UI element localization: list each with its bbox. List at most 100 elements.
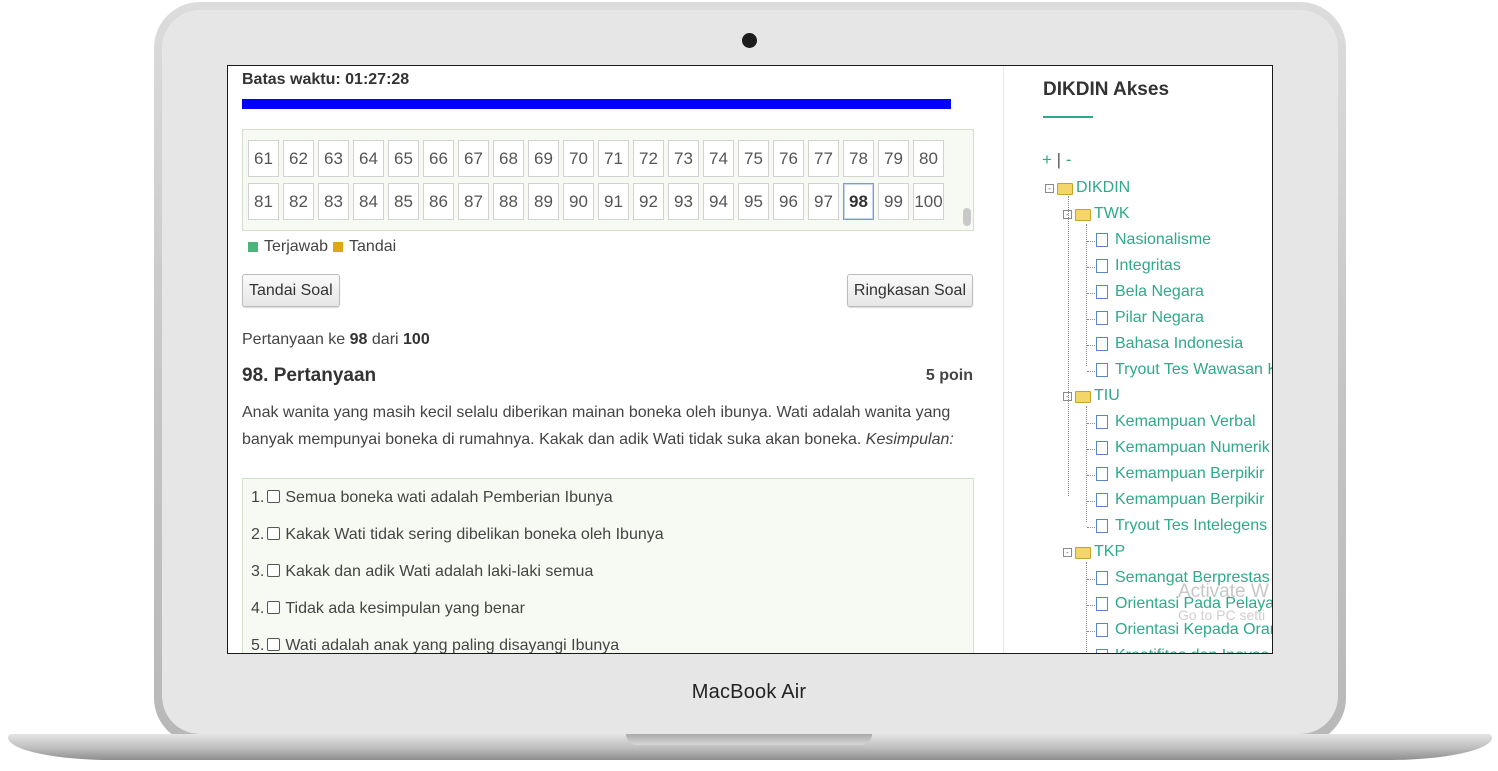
tree-group-tkp-label: TKP	[1094, 543, 1126, 560]
option-text: Kakak Wati tidak sering dibelikan boneka…	[285, 526, 664, 543]
tree-item[interactable]: Tryout Tes Wawasan K	[1096, 360, 1272, 380]
question-nav-button[interactable]: 99	[878, 183, 909, 220]
question-nav-button[interactable]: 69	[528, 140, 559, 177]
answer-option-3[interactable]: 3. Kakak dan adik Wati adalah laki-laki s…	[251, 563, 593, 581]
navigator-scrollbar[interactable]	[963, 208, 971, 226]
tree-root[interactable]: - DIKDIN	[1045, 178, 1130, 198]
tree-item-label: Pilar Negara	[1115, 309, 1204, 326]
question-nav-button[interactable]: 88	[493, 183, 524, 220]
question-nav-button[interactable]: 90	[563, 183, 594, 220]
answer-option-1[interactable]: 1. Semua boneka wati adalah Pemberian Ibu…	[251, 489, 613, 507]
question-nav-button[interactable]: 67	[458, 140, 489, 177]
question-nav-button[interactable]: 79	[878, 140, 909, 177]
question-nav-button[interactable]: 66	[423, 140, 454, 177]
question-nav-button[interactable]: 75	[738, 140, 769, 177]
tree-item[interactable]: Orientasi Pada Pelaya	[1096, 594, 1272, 614]
flag-question-button[interactable]: Tandai Soal	[242, 274, 340, 307]
sidebar-title-underline	[1043, 116, 1093, 118]
option-text: Tidak ada kesimpulan yang benar	[285, 600, 525, 617]
question-nav-button[interactable]: 83	[318, 183, 349, 220]
timer-progress-bar	[242, 99, 952, 109]
question-nav-button[interactable]: 72	[633, 140, 664, 177]
option-checkbox[interactable]	[267, 637, 281, 651]
question-points: 5 poin	[925, 367, 973, 384]
tree-item[interactable]: Semangat Berprestas	[1096, 568, 1270, 588]
question-nav-button[interactable]: 92	[633, 183, 664, 220]
question-nav-button[interactable]: 64	[353, 140, 384, 177]
question-nav-button[interactable]: 74	[703, 140, 734, 177]
question-nav-button[interactable]: 81	[248, 183, 279, 220]
tree-item-label: Kemampuan Berpikir	[1115, 465, 1265, 482]
option-checkbox[interactable]	[267, 563, 281, 577]
question-nav-button[interactable]: 71	[598, 140, 629, 177]
answer-option-4[interactable]: 4. Tidak ada kesimpulan yang benar	[251, 600, 525, 618]
question-nav-button[interactable]: 89	[528, 183, 559, 220]
option-checkbox[interactable]	[267, 489, 281, 503]
question-nav-button[interactable]: 97	[808, 183, 839, 220]
option-checkbox[interactable]	[267, 526, 281, 540]
question-navigator[interactable]: 61 62 63 64 65 66 67 68 69 70 71 72 73 74 75 76 77 78 79 80…	[242, 129, 974, 231]
question-nav-button[interactable]: 80	[913, 140, 944, 177]
question-nav-button[interactable]: 77	[808, 140, 839, 177]
tree-item-label: Kemampuan Berpikir	[1115, 491, 1265, 508]
tree-group-tkp[interactable]: - TKP	[1063, 542, 1125, 562]
question-nav-button[interactable]: 62	[283, 140, 314, 177]
tree-group-twk[interactable]: - TWK	[1063, 204, 1130, 224]
tree-item-label: Semangat Berprestas	[1115, 569, 1270, 586]
tree-item[interactable]: Tryout Tes Intelegens	[1096, 516, 1267, 536]
answer-option-5[interactable]: 5. Wati adalah anak yang paling disayangi…	[251, 637, 620, 654]
tree-item[interactable]: Nasionalisme	[1096, 230, 1211, 250]
option-text: Wati adalah anak yang paling disayangi I…	[285, 637, 620, 654]
question-nav-button[interactable]: 65	[388, 140, 419, 177]
question-nav-button[interactable]: 93	[668, 183, 699, 220]
question-nav-button[interactable]: 87	[458, 183, 489, 220]
collapse-all-link[interactable]: -	[1066, 150, 1072, 169]
page-icon	[1096, 415, 1108, 429]
question-nav-button[interactable]: 84	[353, 183, 384, 220]
question-nav-button[interactable]: 98	[843, 183, 874, 220]
tree-item[interactable]: Kemampuan Verbal	[1096, 412, 1256, 432]
question-nav-button[interactable]: 100	[913, 183, 944, 220]
tree-item-label: Integritas	[1115, 257, 1181, 274]
tree-item[interactable]: Kreatifitas dan Inovas	[1096, 646, 1269, 653]
question-nav-button[interactable]: 70	[563, 140, 594, 177]
tree-item[interactable]: Kemampuan Berpikir	[1096, 464, 1264, 484]
question-nav-button[interactable]: 76	[773, 140, 804, 177]
tree-item-label: Nasionalisme	[1115, 231, 1212, 248]
tree-item-label: Orientasi Kepada Oran	[1115, 621, 1273, 638]
question-nav-button[interactable]: 86	[423, 183, 454, 220]
question-nav-button[interactable]: 73	[668, 140, 699, 177]
question-nav-button[interactable]: 82	[283, 183, 314, 220]
question-nav-button[interactable]: 63	[318, 140, 349, 177]
question-summary-button[interactable]: Ringkasan Soal	[846, 274, 973, 307]
tree-item[interactable]: Orientasi Kepada Oran	[1096, 620, 1273, 640]
tree-item[interactable]: Kemampuan Berpikir	[1096, 490, 1264, 510]
exam-panel: Batas waktu: 01:27:28 61 62 63 64 65 66 67 68 69…	[228, 66, 1004, 654]
question-nav-button[interactable]: 85	[388, 183, 419, 220]
tree-item[interactable]: Integritas	[1096, 256, 1181, 276]
question-total: 100	[403, 331, 430, 348]
tree-item[interactable]: Bahasa Indonesia	[1096, 334, 1243, 354]
page-icon	[1096, 519, 1108, 533]
tree-item-label: Bela Negara	[1115, 283, 1204, 300]
question-nav-button[interactable]: 68	[493, 140, 524, 177]
option-checkbox[interactable]	[267, 600, 281, 614]
tree-group-tiu[interactable]: - TIU	[1063, 386, 1120, 406]
question-nav-button[interactable]: 95	[738, 183, 769, 220]
question-nav-button[interactable]: 61	[248, 140, 279, 177]
tree-item[interactable]: Pilar Negara	[1096, 308, 1204, 328]
navigator-row-61: 61 62 63 64 65 66 67 68 69 70 71 72 73 74 75 76 77 78 79 80	[248, 140, 944, 177]
option-text: Semua boneka wati adalah Pemberian Ibuny…	[285, 489, 613, 506]
question-nav-button[interactable]: 94	[703, 183, 734, 220]
tree-item[interactable]: Bela Negara	[1096, 282, 1204, 302]
page-icon	[1096, 649, 1108, 653]
sidebar-title: DIKDIN Akses	[1043, 79, 1170, 100]
option-number: 1.	[251, 489, 265, 506]
question-nav-button[interactable]: 96	[773, 183, 804, 220]
question-nav-button[interactable]: 91	[598, 183, 629, 220]
expand-all-link[interactable]: +	[1042, 150, 1052, 169]
answer-option-2[interactable]: 2. Kakak Wati tidak sering dibelikan bone…	[251, 526, 664, 544]
question-nav-button[interactable]: 78	[843, 140, 874, 177]
question-title: 98. Pertanyaan	[242, 365, 377, 386]
tree-item[interactable]: Kemampuan Numerik	[1096, 438, 1270, 458]
